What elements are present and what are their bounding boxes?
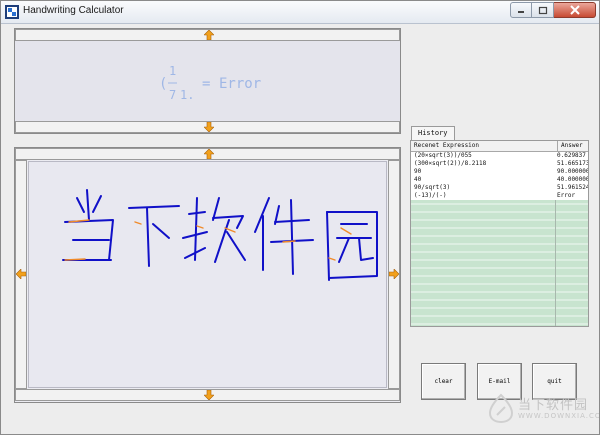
- history-rows: (20×sqrt(3))/055 0.629837 (300×sqrt(2))/8…: [411, 152, 589, 200]
- table-row[interactable]: 90 90.000000: [411, 168, 589, 176]
- row-expression: 40: [414, 176, 422, 183]
- result-display: ( 1 7 1. = Error: [15, 41, 399, 121]
- row-answer: 51.665173: [557, 160, 589, 167]
- row-answer: 0.629837: [557, 152, 586, 159]
- row-expression: 90/sqrt(3): [414, 184, 451, 191]
- minimize-icon: [518, 11, 524, 13]
- table-row[interactable]: (-13)/(-) Error: [411, 192, 588, 200]
- close-icon: [569, 5, 580, 15]
- row-expression: (-13)/(-): [414, 192, 447, 199]
- column-header-answer[interactable]: Answer: [557, 141, 583, 151]
- row-answer: 90.000000: [557, 168, 589, 175]
- clear-button[interactable]: clear: [421, 363, 466, 400]
- result-equals: =: [202, 76, 210, 92]
- history-header: Recenet Expression Answer: [411, 141, 588, 152]
- row-expression: (20×sqrt(3))/055: [414, 152, 472, 159]
- result-expression: ( 1 7 1. = Error: [159, 64, 261, 102]
- table-row[interactable]: 90/sqrt(3) 51.961524: [411, 184, 589, 192]
- row-answer: Error: [557, 192, 576, 199]
- window-title: Handwriting Calculator: [23, 5, 124, 16]
- app-icon: [5, 5, 19, 19]
- result-open-paren: (: [159, 76, 167, 92]
- title-bar[interactable]: Handwriting Calculator: [1, 1, 599, 24]
- tab-history[interactable]: History: [411, 126, 455, 140]
- canvas-left-arrow-icon[interactable]: [16, 269, 26, 279]
- watermark-url: WWW.DOWNXIA.COM: [518, 412, 600, 420]
- minimize-button[interactable]: [510, 2, 532, 18]
- row-expression: (300×sqrt(2))/8.2118: [414, 160, 487, 167]
- maximize-button[interactable]: [532, 2, 554, 18]
- resize-down-icon[interactable]: [204, 122, 214, 132]
- table-row[interactable]: (300×sqrt(2))/8.2118 51.665173: [411, 160, 589, 168]
- column-header-expression[interactable]: Recenet Expression: [414, 141, 479, 151]
- canvas-up-arrow-icon[interactable]: [204, 149, 214, 159]
- result-answer: Error: [219, 76, 261, 92]
- table-row[interactable]: (20×sqrt(3))/055 0.629837: [411, 152, 588, 160]
- result-fraction-numerator: 1: [169, 64, 176, 78]
- watermark-logo-icon: [488, 393, 514, 423]
- result-fraction-denominator: 7: [169, 88, 176, 102]
- row-answer: 40.000000: [557, 176, 589, 183]
- app-window: Handwriting Calculator ( 1 7 1. = Error: [0, 0, 600, 435]
- history-grid: [411, 203, 588, 325]
- handwriting-canvas[interactable]: [28, 161, 387, 388]
- row-expression: 90: [414, 168, 422, 175]
- watermark: 当下软件园 WWW.DOWNXIA.COM: [486, 392, 599, 426]
- close-button[interactable]: [554, 2, 596, 18]
- resize-up-icon[interactable]: [204, 30, 214, 40]
- row-answer: 51.961524: [557, 184, 589, 191]
- watermark-text: 当下软件园: [518, 398, 589, 413]
- maximize-icon: [538, 6, 547, 14]
- canvas-down-arrow-icon[interactable]: [204, 390, 214, 400]
- history-table: Recenet Expression Answer (20×sqrt(3))/0…: [410, 140, 589, 327]
- handwriting-strokes: [62, 189, 378, 281]
- window-controls: [510, 2, 596, 20]
- table-row[interactable]: 40 40.000000: [411, 176, 589, 184]
- canvas-right-arrow-icon[interactable]: [389, 269, 399, 279]
- result-trailing: 1.: [180, 88, 194, 102]
